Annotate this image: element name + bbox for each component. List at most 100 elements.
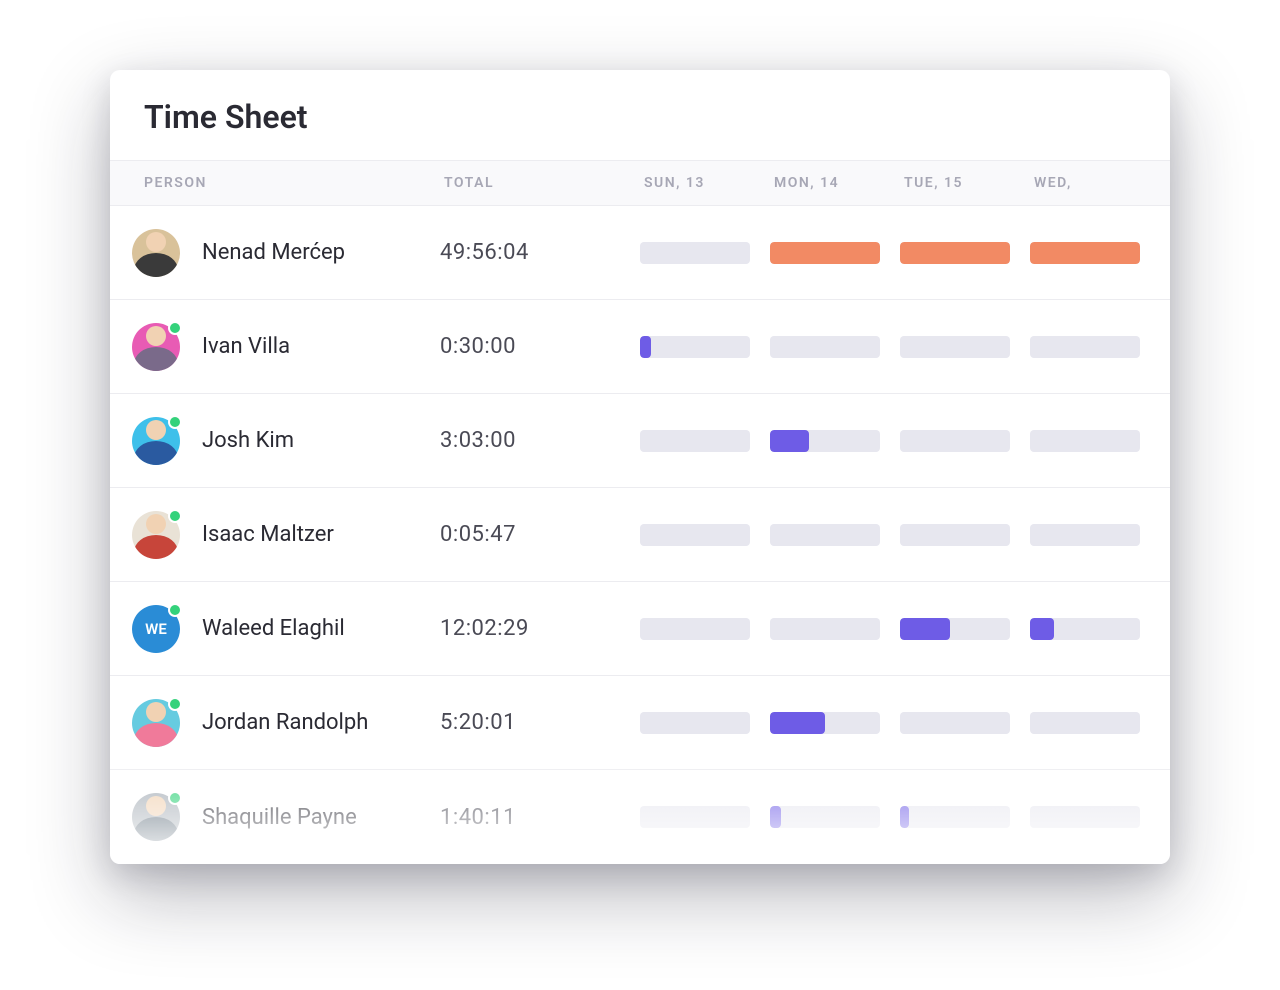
day-cell[interactable] [640, 712, 770, 734]
day-cell[interactable] [1030, 712, 1160, 734]
day-cell[interactable] [900, 712, 1030, 734]
presence-indicator-icon [168, 697, 182, 711]
table-row[interactable]: WEWaleed Elaghil12:02:29 [110, 582, 1170, 676]
person-name: Shaquille Payne [202, 805, 357, 830]
day-cell[interactable] [1030, 618, 1160, 640]
time-bar [900, 712, 1010, 734]
person-name: Isaac Maltzer [202, 522, 334, 547]
table-row[interactable]: Ivan Villa 0:30:00 [110, 300, 1170, 394]
total-time: 3:03:00 [440, 428, 640, 453]
day-cell[interactable] [640, 524, 770, 546]
time-bar-fill [640, 336, 651, 358]
day-cell[interactable] [770, 806, 900, 828]
day-cell[interactable] [770, 336, 900, 358]
total-time: 0:05:47 [440, 522, 640, 547]
avatar[interactable] [132, 417, 180, 465]
timesheet-card: Time Sheet PERSON TOTAL SUN, 13 MON, 14 … [110, 70, 1170, 864]
total-time: 0:30:00 [440, 334, 640, 359]
day-cell[interactable] [640, 242, 770, 264]
day-cell[interactable] [640, 618, 770, 640]
person-cell[interactable]: Ivan Villa [110, 323, 440, 371]
person-cell[interactable]: Isaac Maltzer [110, 511, 440, 559]
avatar[interactable] [132, 793, 180, 841]
day-cell[interactable] [1030, 242, 1160, 264]
col-person[interactable]: PERSON [110, 175, 440, 191]
person-name: Jordan Randolph [202, 710, 368, 735]
presence-indicator-icon [168, 415, 182, 429]
col-total[interactable]: TOTAL [440, 175, 640, 191]
time-bar [1030, 430, 1140, 452]
time-bar [640, 618, 750, 640]
day-cell[interactable] [900, 806, 1030, 828]
col-day-0[interactable]: SUN, 13 [640, 175, 770, 191]
day-cell[interactable] [770, 524, 900, 546]
time-bar [900, 336, 1010, 358]
time-bar [640, 806, 750, 828]
person-cell[interactable]: Shaquille Payne [110, 793, 440, 841]
time-bar [640, 430, 750, 452]
avatar[interactable] [132, 511, 180, 559]
presence-indicator-icon [168, 791, 182, 805]
time-bar-fill [770, 806, 781, 828]
total-time: 1:40:11 [440, 805, 640, 830]
day-cell[interactable] [900, 242, 1030, 264]
time-bar-fill [770, 430, 809, 452]
day-cell[interactable] [900, 430, 1030, 452]
day-cell[interactable] [1030, 336, 1160, 358]
time-bar [640, 524, 750, 546]
time-bar-fill [770, 712, 825, 734]
avatar[interactable]: WE [132, 605, 180, 653]
person-name: Josh Kim [202, 428, 294, 453]
day-cell[interactable] [770, 242, 900, 264]
avatar[interactable] [132, 699, 180, 747]
time-bar [770, 712, 880, 734]
day-cell[interactable] [770, 430, 900, 452]
col-day-3[interactable]: WED, [1030, 175, 1160, 191]
time-bar-fill [770, 242, 880, 264]
time-bar [640, 712, 750, 734]
person-name: Nenad Merćep [202, 240, 345, 265]
total-time: 49:56:04 [440, 240, 640, 265]
table-row[interactable]: Josh Kim 3:03:00 [110, 394, 1170, 488]
table-body: Nenad Merćep 49:56:04 Ivan Villa 0:30:00 Jos… [110, 206, 1170, 864]
page-title: Time Sheet [110, 70, 1170, 160]
time-bar [1030, 618, 1140, 640]
person-cell[interactable]: Josh Kim [110, 417, 440, 465]
time-bar [770, 524, 880, 546]
person-name: Ivan Villa [202, 334, 290, 359]
table-row[interactable]: Nenad Merćep 49:56:04 [110, 206, 1170, 300]
time-bar [770, 618, 880, 640]
person-cell[interactable]: Nenad Merćep [110, 229, 440, 277]
time-bar [900, 618, 1010, 640]
table-row[interactable]: Shaquille Payne 1:40:11 [110, 770, 1170, 864]
person-cell[interactable]: WE Waleed Elaghil [110, 605, 440, 653]
day-cell[interactable] [1030, 806, 1160, 828]
time-bar [900, 242, 1010, 264]
person-cell[interactable]: Jordan Randolph [110, 699, 440, 747]
day-cell[interactable] [900, 336, 1030, 358]
col-day-1[interactable]: MON, 14 [770, 175, 900, 191]
day-cell[interactable] [770, 712, 900, 734]
day-cell[interactable] [900, 524, 1030, 546]
day-cell[interactable] [640, 430, 770, 452]
time-bar [640, 242, 750, 264]
day-cell[interactable] [640, 336, 770, 358]
avatar[interactable] [132, 323, 180, 371]
table-row[interactable]: Isaac Maltzer 0:05:47 [110, 488, 1170, 582]
day-cell[interactable] [1030, 524, 1160, 546]
person-name: Waleed Elaghil [202, 616, 345, 641]
time-bar [900, 806, 1010, 828]
time-bar-fill [1030, 618, 1054, 640]
col-day-2[interactable]: TUE, 15 [900, 175, 1030, 191]
day-cell[interactable] [770, 618, 900, 640]
avatar[interactable] [132, 229, 180, 277]
time-bar-fill [1030, 242, 1140, 264]
time-bar [1030, 806, 1140, 828]
day-cell[interactable] [640, 806, 770, 828]
table-row[interactable]: Jordan Randolph5:20:01 [110, 676, 1170, 770]
day-cell[interactable] [900, 618, 1030, 640]
time-bar [770, 336, 880, 358]
time-bar-fill [900, 242, 1010, 264]
time-bar-fill [900, 618, 950, 640]
day-cell[interactable] [1030, 430, 1160, 452]
